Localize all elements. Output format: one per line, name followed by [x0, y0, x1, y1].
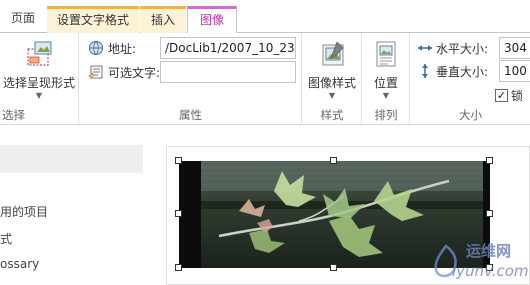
style-group-label: 样式: [320, 108, 344, 122]
resize-handle-left[interactable]: [175, 210, 182, 217]
chevron-down-icon: ▼: [35, 91, 43, 100]
select-group: 选择呈现形式 ▼ 选择: [0, 33, 79, 125]
resize-handle-bottom[interactable]: [330, 264, 337, 271]
lock-row: ✓ 锁: [495, 84, 523, 106]
resize-handle-top[interactable]: [330, 157, 337, 164]
image-style-button[interactable]: 图像样式 ▼: [303, 39, 361, 101]
height-label: 垂直大小:: [436, 64, 489, 79]
select-rendition-button[interactable]: 选择呈现形式 ▼: [0, 39, 78, 101]
tab-page[interactable]: 页面: [0, 6, 46, 33]
alt-text-row: 可选文字:: [88, 61, 160, 83]
lock-aspect-label: 锁: [511, 88, 524, 103]
arrange-group: 位置 ▼ 排列: [363, 33, 410, 125]
width-label: 水平大小:: [436, 41, 489, 56]
tab-image[interactable]: 图像: [187, 6, 237, 33]
alt-text-field[interactable]: [160, 61, 296, 83]
position-icon: [376, 41, 396, 67]
nav-item[interactable]: ossary: [0, 257, 39, 271]
select-rendition-label: 选择呈现形式: [2, 76, 75, 90]
resize-handle-bottom-left[interactable]: [175, 264, 182, 271]
nav-selected-item[interactable]: [0, 145, 143, 173]
alt-text-label: 可选文字:: [108, 65, 161, 80]
arrange-group-label: 排列: [374, 108, 398, 122]
tab-format-text[interactable]: 设置文字格式: [47, 6, 139, 33]
watermark-url: iyunv.com: [452, 262, 529, 280]
position-label: 位置: [373, 76, 398, 90]
select-rendition-icon: [27, 41, 52, 66]
address-label: 地址:: [108, 41, 137, 56]
nav-item[interactable]: 式: [0, 230, 12, 247]
resize-handle-top-left[interactable]: [175, 157, 182, 164]
height-row: 垂直大小:: [417, 60, 488, 82]
style-group: 图像样式 ▼ 样式: [303, 33, 362, 125]
resize-handle-right[interactable]: [486, 210, 493, 217]
resize-handle-top-right[interactable]: [486, 157, 493, 164]
position-button[interactable]: 位置 ▼: [363, 39, 409, 101]
address-field[interactable]: /DocLib1/2007_10_23.j: [160, 37, 296, 59]
width-field[interactable]: 304: [499, 37, 530, 59]
vertical-size-icon: [422, 64, 428, 78]
image-style-label: 图像样式: [307, 76, 356, 90]
properties-group-label: 属性: [179, 108, 202, 122]
watermark-title: 运维网: [466, 242, 512, 260]
select-group-label: 选择: [2, 108, 25, 122]
size-group-label: 大小: [459, 108, 482, 122]
lock-aspect-checkbox[interactable]: ✓: [495, 88, 508, 102]
ribbon-tab-bar: 页面 设置文字格式 插入 图像: [0, 0, 530, 33]
address-link-icon: [89, 41, 103, 55]
address-row: 地址:: [88, 37, 136, 59]
height-field[interactable]: 100: [499, 60, 530, 82]
properties-group: 地址: /DocLib1/2007_10_23.j 可选文字: 属性: [80, 33, 302, 125]
nav-item[interactable]: 用的项目: [0, 203, 48, 220]
chevron-down-icon: ▼: [328, 91, 336, 100]
horizontal-size-icon: [418, 45, 432, 51]
width-row: 水平大小:: [417, 37, 488, 59]
size-group: 水平大小: 304 垂直大小: 100 ✓ 锁 大小: [411, 33, 530, 125]
image-style-icon: [322, 41, 344, 66]
watermark: 运维网 iyunv.com: [422, 238, 530, 285]
ribbon: 选择呈现形式 ▼ 选择 地址: /DocLib1/2007_10_23.j 可选…: [0, 33, 530, 125]
alt-text-icon: [88, 65, 103, 79]
tab-insert[interactable]: 插入: [140, 6, 186, 33]
chevron-down-icon: ▼: [382, 91, 390, 100]
